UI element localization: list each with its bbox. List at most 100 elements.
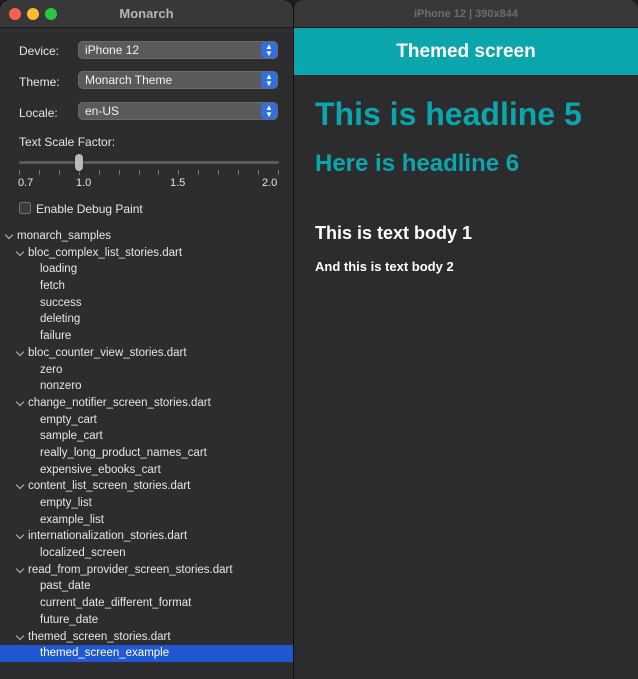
tree-item-label: fetch [40,280,65,293]
select-arrows-icon: ▲ ▼ [261,72,277,88]
story-file-item[interactable]: change_notifier_screen_stories.dart [0,395,293,412]
story-file-item[interactable]: internationalization_stories.dart [0,528,293,545]
device-row: Device: [19,41,79,60]
tree-item-label: content_list_screen_stories.dart [28,480,191,493]
app-bar: Themed screen [294,28,638,75]
device-label: Device: [19,43,60,58]
tree-item-label: zero [40,363,63,376]
tree-item-label: themed_screen_example [40,647,170,660]
slider-tick [158,170,160,175]
slider-tick [278,170,279,175]
select-arrows-icon: ▲ ▼ [261,103,277,119]
slider-tick [138,170,140,175]
story-file-item[interactable]: bloc_complex_list_stories.dart [0,245,293,262]
theme-row: Theme: [19,72,79,91]
tree-item-label: future_date [40,613,99,626]
story-file-item[interactable]: themed_screen_stories.dart [0,629,293,646]
tree-item-label: past_date [40,580,91,593]
device-preview-window: iPhone 12 | 390x844 Themed screen This i… [294,0,638,679]
app-bar-title: Themed screen [396,41,536,62]
story-item[interactable]: localized_screen [0,545,293,562]
chevron-down-icon[interactable] [15,481,25,490]
tree-item-label: bloc_counter_view_stories.dart [28,346,187,359]
tree-item-label: change_notifier_screen_stories.dart [28,396,211,409]
locale-label: Locale: [19,105,58,120]
story-item[interactable]: loading [0,261,293,278]
story-item[interactable]: fetch [0,278,293,295]
text-scale-label: Text Scale Factor: [19,135,116,149]
device-select-value: iPhone 12 [85,43,140,57]
story-item[interactable]: example_list [0,512,293,529]
text-scale-slider-knob[interactable] [75,154,83,171]
theme-select-value: Monarch Theme [85,73,173,87]
tree-item-label: empty_list [40,497,92,509]
tree-item-label: current_date_different_format [40,597,192,610]
tree-item-label: localized_screen [40,547,126,560]
monarch-window: Monarch Device: iPhone 12 ▲ ▼ Theme: Mona… [0,0,293,679]
story-item[interactable]: nonzero [0,378,293,395]
slider-tick [118,170,120,175]
body-text-2: And this is text body 2 [315,259,454,274]
tree-item-label: read_from_provider_screen_stories.dart [28,563,233,576]
story-item[interactable]: failure [0,328,293,345]
preview-titlebar[interactable]: iPhone 12 | 390x844 [294,0,638,28]
tree-item-label: failure [40,330,72,343]
story-item[interactable]: success [0,295,293,312]
theme-select[interactable]: Monarch Theme ▲ ▼ [78,71,278,89]
tree-item-label: internationalization_stories.dart [28,530,188,543]
story-item[interactable]: really_long_product_names_cart [0,445,293,462]
tree-item-label: empty_cart [40,413,97,426]
tick-label-min: 0.7 [18,177,34,189]
locale-select[interactable]: en-US ▲ ▼ [78,102,278,120]
story-item[interactable]: empty_list [0,495,293,512]
tick-label-1-5: 1.5 [170,177,186,189]
text-scale-slider-track[interactable] [19,161,279,164]
window-title: Monarch [119,6,174,21]
chevron-down-icon[interactable] [4,230,14,240]
story-file-item[interactable]: read_from_provider_screen_stories.dart [0,562,293,579]
chevron-down-icon[interactable] [15,631,25,640]
headline-6: Here is headline 6 [315,150,520,177]
window-titlebar[interactable]: Monarch [0,0,293,28]
story-item[interactable]: zero [0,362,293,379]
slider-tick [218,170,220,175]
tree-item-label: monarch_samples [17,230,111,242]
story-file-item[interactable]: content_list_screen_stories.dart [0,478,293,495]
tree-item-label: nonzero [40,380,82,393]
story-item[interactable]: deleting [0,311,293,328]
tick-label-1-0: 1.0 [76,177,92,189]
chevron-down-icon[interactable] [15,347,25,357]
story-file-item[interactable]: bloc_counter_view_stories.dart [0,345,293,362]
story-item[interactable]: empty_cart [0,412,293,429]
slider-tick [258,170,260,175]
story-item[interactable]: current_date_different_format [0,595,293,612]
chevron-down-icon[interactable] [15,247,25,256]
tree-item-label: loading [40,263,78,276]
tree-item-label: success [40,296,82,309]
story-item[interactable]: past_date [0,578,293,595]
tree-item-label: bloc_complex_list_stories.dart [28,246,183,259]
story-tree: monarch_samples bloc_complex_list_stories… [0,228,293,662]
select-arrows-icon: ▲ ▼ [261,42,277,58]
story-item[interactable]: future_date [0,612,293,629]
text-scale-slider-ticks [19,170,279,175]
story-item[interactable]: sample_cart [0,428,293,445]
tick-label-max: 2.0 [262,177,278,189]
slider-tick [58,170,60,175]
tree-item-label: sample_cart [40,430,103,443]
tree-item-label: expensive_ebooks_cart [40,463,161,476]
tree-item-label: themed_screen_stories.dart [28,630,171,643]
debug-paint-checkbox[interactable] [19,202,31,214]
story-item[interactable]: themed_screen_example [0,645,293,662]
chevron-down-icon[interactable] [15,564,25,573]
chevron-down-icon[interactable] [15,531,25,540]
preview-title: iPhone 12 | 390x844 [414,8,518,20]
tree-item-label: really_long_product_names_cart [40,446,207,459]
device-select[interactable]: iPhone 12 ▲ ▼ [78,41,278,59]
story-item[interactable]: expensive_ebooks_cart [0,462,293,479]
slider-tick [98,170,100,175]
locale-row: Locale: [19,103,79,122]
chevron-down-icon[interactable] [15,397,25,407]
slider-tick [178,170,180,175]
package-item[interactable]: monarch_samples [0,228,293,245]
